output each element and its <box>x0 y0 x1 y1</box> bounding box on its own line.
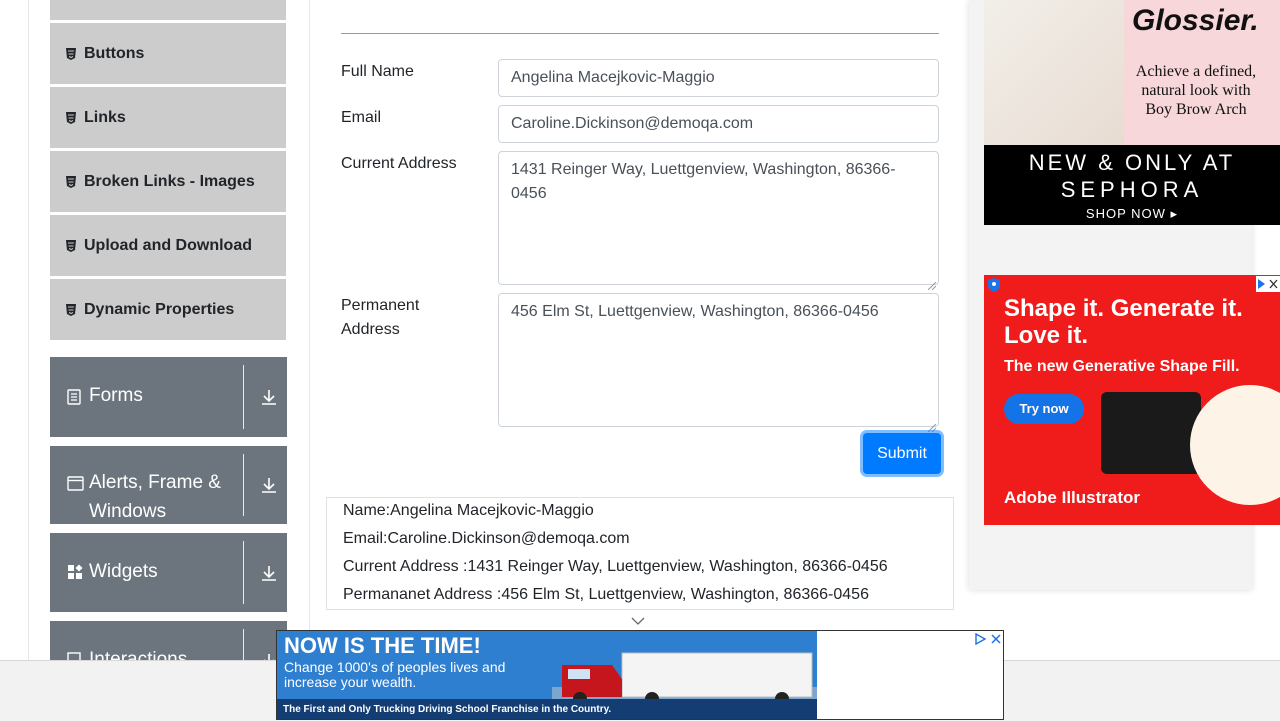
divider <box>243 454 244 516</box>
group-alerts-frame-windows[interactable]: Alerts, Frame & Windows <box>50 446 287 524</box>
section-divider <box>341 33 939 34</box>
ad-line1: NEW & ONLY AT <box>1028 150 1236 175</box>
output-name: Name:Angelina Macejkovic-Maggio <box>343 502 594 519</box>
glossier-ad[interactable]: Glossier. Achieve a defined, natural loo… <box>984 0 1280 225</box>
ad-butterfly-art <box>1190 385 1280 505</box>
email-label: Email <box>341 109 382 126</box>
full-name-label: Full Name <box>341 63 414 80</box>
ad-close-icon[interactable] <box>990 632 1002 650</box>
current-address-label: Current Address <box>341 155 457 172</box>
current-address-text: 1431 Reinger Way, Luettgenview, Washingt… <box>511 161 896 202</box>
ad-subhead: The new Generative Shape Fill. <box>1004 358 1240 375</box>
sidebar-item-label: Upload and Download <box>84 236 252 254</box>
ad-model-image <box>984 0 1124 145</box>
html5-icon <box>65 47 77 60</box>
download-arrow-icon[interactable] <box>260 564 278 587</box>
ad-logo: Adobe Illustrator <box>1004 488 1141 507</box>
html5-icon <box>65 303 77 316</box>
group-label: Widgets <box>89 561 158 582</box>
sidebar-item-partial[interactable] <box>50 0 286 20</box>
ad-ui-panel <box>1101 392 1201 474</box>
ad-line2: SEPHORA <box>1060 177 1204 202</box>
permanent-address-textarea[interactable]: 456 Elm St, Luettgenview, Washington, 86… <box>498 293 939 433</box>
ad-headline: NOW IS THE TIME! <box>284 633 481 658</box>
ad-footer: The First and Only Trucking Driving Scho… <box>277 699 817 719</box>
email-input[interactable]: Caroline.Dickinson@demoqa.com <box>498 105 939 143</box>
chevron-down-icon[interactable] <box>631 613 645 631</box>
sidebar-item-upload-download[interactable]: Upload and Download <box>50 215 286 276</box>
adchoices-icon[interactable] <box>974 632 987 650</box>
divider <box>243 541 244 604</box>
group-forms[interactable]: Forms <box>50 357 287 437</box>
ad-band: NEW & ONLY AT SEPHORA SHOP NOW ▸ <box>984 145 1280 225</box>
ad-body: Change 1000's of peoples lives and incre… <box>284 659 506 690</box>
window-icon <box>67 476 84 496</box>
html5-icon <box>65 175 77 188</box>
full-name-input[interactable]: Angelina Macejkovic-Maggio <box>498 59 939 97</box>
output-current-address: Current Address :1431 Reinger Way, Luett… <box>343 558 888 575</box>
resize-grip[interactable] <box>927 274 937 291</box>
html5-icon <box>65 239 77 252</box>
ad-close-box[interactable] <box>1256 276 1280 292</box>
current-address-textarea[interactable]: 1431 Reinger Way, Luettgenview, Washingt… <box>498 151 939 291</box>
output-permanent-address: Permananet Address :456 Elm St, Luettgen… <box>343 586 869 603</box>
sidebar-item-links[interactable]: Links <box>50 87 286 148</box>
sidebar-item-label: Links <box>84 108 126 126</box>
divider <box>243 365 244 429</box>
ad-brand: Glossier. <box>1132 4 1259 37</box>
submit-button[interactable]: Submit <box>863 433 941 474</box>
adobe-ad[interactable]: Shape it. Generate it. Love it. The new … <box>984 275 1280 525</box>
ad-tagline: Achieve a defined, natural look with Boy… <box>1135 63 1257 118</box>
permanent-address-label: Permanent Address <box>341 297 420 338</box>
sidebar-item-label: Broken Links - Images <box>84 172 255 190</box>
group-widgets[interactable]: Widgets <box>50 533 287 612</box>
sidebar-item-broken-links[interactable]: Broken Links - Images <box>50 151 286 212</box>
permanent-address-text: 456 Elm St, Luettgenview, Washington, 86… <box>511 303 879 320</box>
sidebar-item-label: Buttons <box>84 44 145 62</box>
form-icon <box>67 389 81 410</box>
download-arrow-icon[interactable] <box>260 388 278 411</box>
adchoices-shield-icon[interactable] <box>988 278 1000 297</box>
group-label: Alerts, Frame & Windows <box>89 472 221 522</box>
output-panel: Name:Angelina Macejkovic-Maggio Email:Ca… <box>326 497 954 610</box>
widgets-icon <box>67 564 83 585</box>
resize-grip[interactable] <box>927 416 937 433</box>
ad-cta[interactable]: SHOP NOW ▸ <box>984 206 1280 222</box>
sidebar-item-buttons[interactable]: Buttons <box>50 23 286 84</box>
sidebar-item-label: Dynamic Properties <box>84 300 235 318</box>
output-email: Email:Caroline.Dickinson@demoqa.com <box>343 530 630 547</box>
html5-icon <box>65 111 77 124</box>
group-label: Forms <box>89 385 143 406</box>
ad-headline: Shape it. Generate it. Love it. <box>1004 295 1243 349</box>
ad-try-now-button[interactable]: Try now <box>1004 394 1084 424</box>
download-arrow-icon[interactable] <box>260 476 278 499</box>
trucking-ad[interactable]: NOW IS THE TIME! Change 1000's of people… <box>276 630 1004 720</box>
sidebar-item-dynamic-properties[interactable]: Dynamic Properties <box>50 279 286 340</box>
